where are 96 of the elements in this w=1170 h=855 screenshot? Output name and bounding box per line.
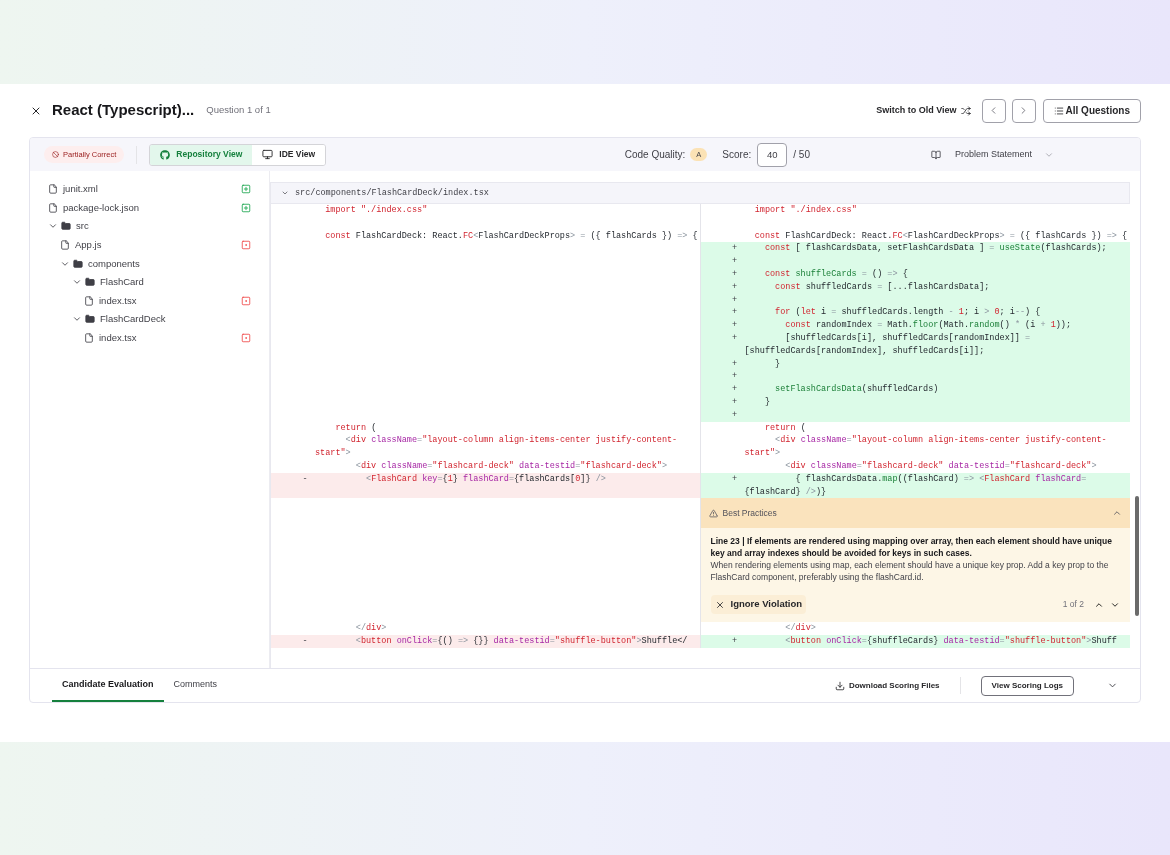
code-line: for (let i = shuffledCards.length - 1; i > 0; i--) { bbox=[774, 306, 1041, 320]
code-line: const FlashCardDeck: React.FC<FlashCardDeckProps> = ({ flashCards }) => { bbox=[324, 229, 698, 243]
diff-sign: + bbox=[731, 370, 738, 384]
diff-sign: + bbox=[731, 357, 738, 371]
diff-sign: + bbox=[731, 395, 738, 409]
all-questions-button[interactable]: All Questions bbox=[1042, 98, 1141, 123]
file-icon bbox=[60, 240, 70, 251]
diff-sign: + bbox=[731, 242, 738, 256]
diff-sign: + bbox=[731, 268, 738, 281]
score-field[interactable]: 40 bbox=[757, 142, 788, 167]
code-line: { flashCardsData.map((flashCard) => <FlashCard flashCard= {flashCard} />)} bbox=[744, 472, 1088, 499]
status-icon bbox=[52, 151, 59, 158]
file-icon bbox=[48, 184, 58, 195]
score-max: / 50 bbox=[793, 148, 810, 162]
close-icon bbox=[714, 599, 725, 610]
diff-sign: + bbox=[731, 383, 738, 396]
folder-name[interactable]: components bbox=[88, 256, 251, 271]
diff-sign: + bbox=[731, 280, 738, 294]
folder-icon bbox=[85, 277, 95, 288]
code-line: <div className="flashcard-deck" data-testid="flashcard-deck"> bbox=[354, 459, 668, 473]
monitor-icon bbox=[262, 149, 274, 160]
file-name[interactable]: index.tsx bbox=[99, 330, 241, 346]
code-line: const shuffleCards = () => { bbox=[763, 268, 908, 281]
diff-sign: + bbox=[731, 331, 738, 345]
code-line: <div className="layout-column align-items-center justify-content-start"> bbox=[744, 434, 1108, 460]
best-practices-header[interactable]: Best Practices bbox=[700, 498, 1130, 529]
folder-icon bbox=[73, 258, 83, 269]
diff-sign: + bbox=[731, 306, 738, 320]
diff-sign: + bbox=[731, 634, 738, 648]
ignore-violation-button[interactable]: Ignore Violation bbox=[710, 595, 807, 615]
code-quality-label: Code Quality: bbox=[624, 148, 686, 162]
file-name[interactable]: index.tsx bbox=[99, 293, 241, 308]
diff-sign: + bbox=[731, 408, 738, 422]
book-icon bbox=[930, 149, 941, 160]
list-icon bbox=[1053, 105, 1064, 116]
download-scoring-files-button[interactable]: Download Scoring Files bbox=[834, 669, 940, 702]
file-name[interactable]: package-lock.json bbox=[63, 200, 241, 215]
file-icon bbox=[84, 295, 94, 306]
file-name[interactable]: junit.xml bbox=[63, 182, 241, 197]
code-line: import "./index.css" bbox=[324, 204, 428, 217]
code-line: <FlashCard key={1} flashCard={flashCards[0]} /> bbox=[365, 472, 606, 486]
code-line: } bbox=[774, 357, 781, 371]
bottom-tab[interactable]: Comments bbox=[163, 669, 228, 702]
download-icon bbox=[834, 680, 845, 691]
violation-heading: Line 23 | If elements are rendered using mapping over array, then each element should have unique key and array indexes should be avoided for keys in such cases. bbox=[710, 535, 1113, 560]
diff-sign: + bbox=[731, 472, 738, 486]
diff-sign: - bbox=[302, 634, 308, 648]
violation-counter: 1 of 2 bbox=[1062, 598, 1084, 612]
diff-file-header[interactable]: src/components/FlashCardDeck/index.tsx bbox=[270, 182, 1130, 204]
folder-name[interactable]: FlashCard bbox=[100, 275, 251, 290]
folder-icon bbox=[61, 221, 71, 232]
file-icon bbox=[48, 202, 58, 213]
code-line: import "./index.css" bbox=[753, 204, 857, 217]
warning-icon bbox=[708, 508, 718, 518]
folder-icon bbox=[85, 314, 95, 325]
code-line: const shuffledCards = [...flashCardsData]; bbox=[774, 280, 990, 294]
score-label: Score: bbox=[722, 148, 752, 162]
previous-button[interactable] bbox=[981, 98, 1006, 123]
code-line: </div> bbox=[354, 622, 387, 635]
diff-sign: + bbox=[731, 319, 738, 332]
code-line: const [ flashCardsData, setFlashCardsData ] = useState(flashCards); bbox=[763, 242, 1107, 256]
code-line: return ( bbox=[334, 421, 377, 435]
code-line: const randomIndex = Math.floor(Math.random() * (i + 1)); bbox=[784, 319, 1072, 332]
diff-sign: + bbox=[731, 293, 738, 307]
section-title: Best Practices bbox=[722, 506, 778, 520]
bottom-tab[interactable]: Candidate Evaluation bbox=[52, 669, 164, 702]
github-icon bbox=[160, 149, 171, 160]
problem-statement-dropdown[interactable]: Problem Statement bbox=[954, 147, 1054, 162]
view-scoring-logs-button[interactable]: View Scoring Logs bbox=[980, 675, 1074, 696]
page-title: React (Typescript)... bbox=[52, 100, 195, 121]
shuffle-icon bbox=[960, 105, 971, 116]
collapse-icon[interactable] bbox=[281, 189, 289, 197]
code-line: <button onClick={shuffleCards} data-testid="shuffle-button">Shuff bbox=[784, 634, 1117, 648]
question-counter: Question 1 of 1 bbox=[206, 103, 271, 118]
view-tab[interactable]: IDE View bbox=[252, 144, 326, 165]
diff-sign: + bbox=[731, 255, 738, 268]
folder-name[interactable]: FlashCardDeck bbox=[100, 312, 251, 327]
view-tab[interactable]: Repository View bbox=[150, 144, 253, 165]
violation-description: When rendering elements using map, each element should have a unique key prop. Add a key prop to the FlashCard component, preferably using the flashCard.id. bbox=[710, 559, 1110, 584]
code-line: <button onClick={() => {}} data-testid="shuffle-button">Shuffle</ bbox=[354, 634, 688, 648]
code-line: <div className="flashcard-deck" data-testid="flashcard-deck"> bbox=[784, 459, 1097, 473]
file-name[interactable]: App.js bbox=[75, 237, 241, 253]
switch-view-button[interactable]: Switch to Old View bbox=[876, 103, 971, 118]
diff-sign: - bbox=[302, 472, 308, 486]
code-line: const FlashCardDeck: React.FC<FlashCardDeckProps> = ({ flashCards }) => { bbox=[753, 229, 1128, 243]
file-path: src/components/FlashCardDeck/index.tsx bbox=[295, 186, 489, 200]
code-line: </div> bbox=[784, 622, 816, 635]
code-line: [shuffledCards[i], shuffledCards[randomIndex]] = [shuffledCards[randomIndex], shuffledCards[i]]; bbox=[744, 331, 1032, 358]
code-line: } bbox=[763, 395, 770, 409]
code-line: setFlashCardsData(shuffledCards) bbox=[774, 383, 939, 396]
code-line: return ( bbox=[763, 421, 806, 435]
code-line: <div className="layout-column align-items-center justify-content-start"> bbox=[315, 434, 679, 460]
folder-name[interactable]: src bbox=[76, 219, 251, 234]
next-button[interactable] bbox=[1011, 98, 1036, 123]
file-icon bbox=[84, 333, 94, 344]
scrollbar[interactable] bbox=[1135, 496, 1139, 616]
